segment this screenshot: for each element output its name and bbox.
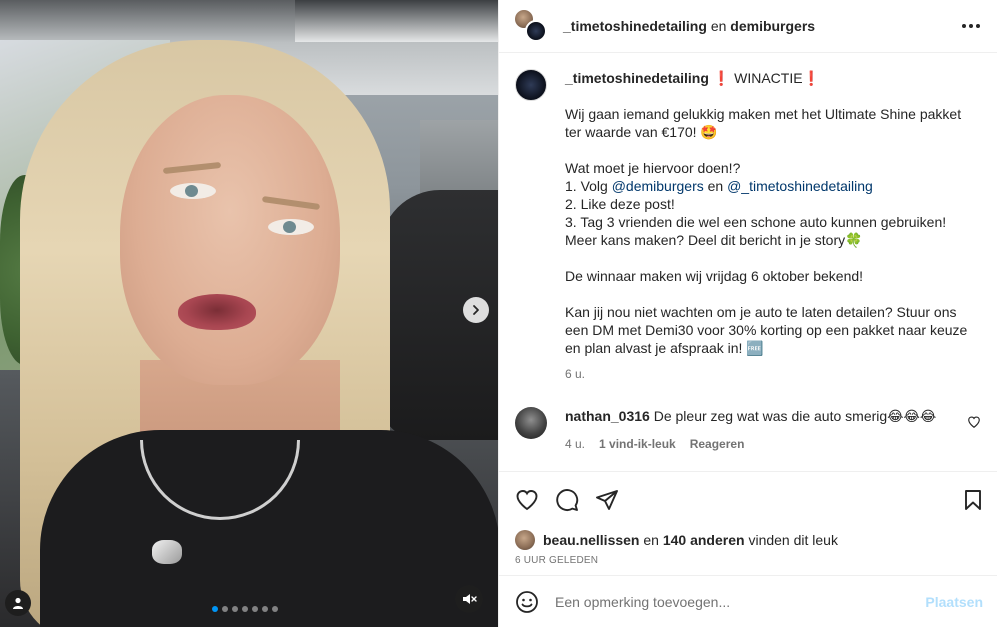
comment-content: De pleur zeg wat was die auto smerig😂😂😂	[653, 408, 937, 424]
likes-summary: beau.nellissen en 140 anderen vinden dit…	[499, 527, 997, 553]
caption-time[interactable]: 6 u.	[565, 365, 981, 383]
comment-body: nathan_0316 De pleur zeg wat was die aut…	[565, 407, 936, 451]
comment-button[interactable]	[555, 488, 579, 512]
comment-username[interactable]: nathan_0316	[565, 408, 650, 424]
share-icon	[596, 489, 618, 510]
emoji-icon	[516, 590, 538, 613]
emoji-button[interactable]	[515, 590, 539, 614]
pendant	[152, 540, 182, 564]
post-panel: _timetoshinedetailing en demiburgers _ti…	[498, 0, 997, 627]
likes-count[interactable]: 140 anderen	[663, 532, 745, 548]
comment-input[interactable]	[555, 593, 926, 610]
lips	[178, 294, 256, 330]
carousel-indicator	[212, 606, 278, 612]
header-connector: en	[710, 18, 727, 34]
chevron-right-icon	[473, 305, 479, 315]
avatar	[525, 20, 547, 42]
caption: _timetoshinedetailing ❗ WINACTIE❗ Wij ga…	[515, 69, 981, 383]
comment: nathan_0316 De pleur zeg wat was die aut…	[515, 407, 981, 451]
next-slide-button[interactable]	[463, 297, 489, 323]
carousel-dot	[272, 606, 278, 612]
post-timestamp[interactable]: 6 UUR GELEDEN	[499, 553, 997, 575]
person-face	[120, 95, 340, 385]
caption-line: Wij gaan iemand gelukkig maken met het U…	[565, 106, 962, 140]
caption-line: Wat moet je hiervoor doen!?	[565, 160, 741, 176]
carousel-dot	[242, 606, 248, 612]
caption-step: 1. Volg	[565, 178, 612, 194]
carousel-dot	[262, 606, 268, 612]
action-bar	[499, 471, 997, 527]
comment-likes[interactable]: 1 vind-ik-leuk	[599, 437, 676, 451]
likes-connector: en	[643, 532, 659, 548]
reply-button[interactable]: Reageren	[690, 437, 745, 451]
carousel-dot	[252, 606, 258, 612]
heart-icon[interactable]	[967, 415, 981, 429]
caption-step: 3. Tag 3 vrienden die wel een schone aut…	[565, 214, 947, 248]
carousel-dot	[232, 606, 238, 612]
carousel-dot	[212, 606, 218, 612]
sunroof	[295, 0, 498, 42]
heart-icon	[516, 489, 538, 510]
caption-username[interactable]: _timetoshinedetailing	[565, 70, 709, 86]
comment-icon	[556, 488, 579, 511]
post-header: _timetoshinedetailing en demiburgers	[499, 0, 997, 53]
avatar[interactable]	[515, 407, 547, 439]
caption-line: Kan jij nou niet wachten om je auto te l…	[565, 304, 968, 356]
post-comment-button[interactable]: Plaatsen	[925, 594, 983, 610]
caption-title: ❗ WINACTIE❗	[712, 70, 821, 86]
caption-step: 2. Like deze post!	[565, 196, 675, 212]
carousel-dot	[222, 606, 228, 612]
like-button[interactable]	[515, 488, 539, 512]
comment-text: nathan_0316 De pleur zeg wat was die aut…	[565, 407, 936, 425]
save-button[interactable]	[961, 488, 985, 512]
post-media[interactable]	[0, 0, 498, 627]
avatar[interactable]	[515, 530, 535, 550]
post-viewer: _timetoshinedetailing en demiburgers _ti…	[0, 0, 997, 627]
user-tag-icon	[13, 597, 23, 609]
comments-area[interactable]: _timetoshinedetailing ❗ WINACTIE❗ Wij ga…	[499, 53, 997, 471]
eye	[170, 183, 216, 199]
add-comment-bar: Plaatsen	[499, 575, 997, 627]
more-options-button[interactable]	[959, 14, 983, 38]
caption-text: _timetoshinedetailing ❗ WINACTIE❗ Wij ga…	[565, 69, 981, 383]
collab-names: _timetoshinedetailing en demiburgers	[563, 18, 815, 34]
more-icon	[962, 24, 980, 28]
comment-meta: 4 u. 1 vind-ik-leuk Reageren	[565, 437, 936, 451]
caption-line: De winnaar maken wij vrijdag 6 oktober b…	[565, 268, 864, 284]
comment-time[interactable]: 4 u.	[565, 437, 585, 451]
collab-avatars[interactable]	[513, 8, 549, 44]
mention-link[interactable]: @demiburgers	[612, 178, 704, 194]
mute-button[interactable]	[455, 585, 483, 613]
eye	[268, 219, 314, 235]
caption-step: en	[703, 178, 728, 194]
likes-suffix: vinden dit leuk	[748, 532, 838, 548]
mention-link[interactable]: @_timetoshinedetailing	[727, 178, 873, 194]
header-username-2[interactable]: demiburgers	[730, 18, 815, 34]
bookmark-icon	[965, 489, 981, 510]
share-button[interactable]	[595, 488, 619, 512]
liker-username[interactable]: beau.nellissen	[543, 532, 639, 548]
avatar[interactable]	[515, 69, 547, 101]
tagged-users-button[interactable]	[5, 590, 31, 616]
header-username-1[interactable]: _timetoshinedetailing	[563, 18, 707, 34]
muted-speaker-icon	[463, 594, 477, 604]
